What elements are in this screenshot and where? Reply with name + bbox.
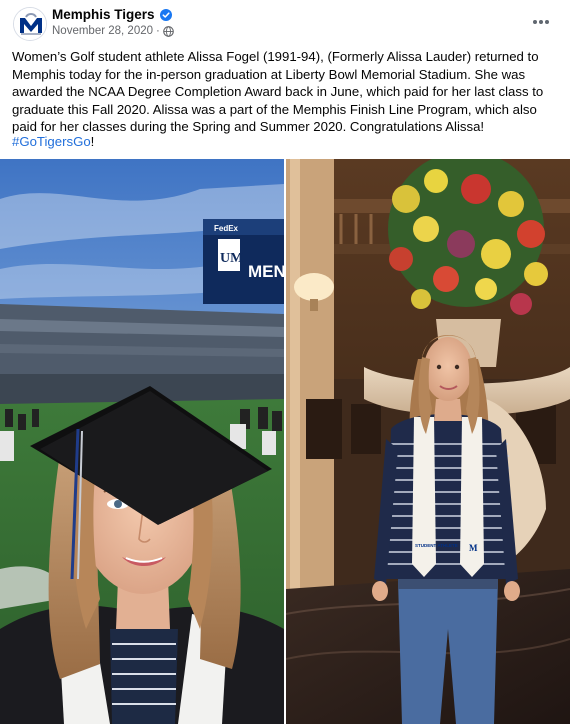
stole-text: STUDENT ATHLETE bbox=[415, 543, 458, 548]
post-meta: November 28, 2020 · bbox=[52, 25, 174, 37]
scoreboard-sponsor: FedEx bbox=[214, 224, 239, 233]
page-avatar[interactable] bbox=[13, 7, 47, 41]
graduation-selfie-image: FedEx UM MEN bbox=[0, 159, 284, 724]
scoreboard-text: MEN bbox=[248, 262, 284, 281]
verified-badge-icon bbox=[159, 8, 172, 21]
lobby-portrait-photo[interactable]: STUDENT ATHLETE M bbox=[286, 159, 570, 724]
post-header: Memphis Tigers November 28, 2020 · bbox=[0, 0, 570, 44]
globe-icon[interactable] bbox=[163, 25, 174, 37]
hashtag-text[interactable]: #GoTigersGo bbox=[12, 134, 91, 149]
meta-separator: · bbox=[156, 25, 160, 37]
lobby-portrait-image: STUDENT ATHLETE M bbox=[286, 159, 570, 724]
post-timestamp[interactable]: November 28, 2020 bbox=[52, 25, 153, 37]
scoreboard-logo: UM bbox=[220, 251, 243, 266]
author-name-text: Memphis Tigers bbox=[52, 7, 155, 22]
memphis-tigers-logo bbox=[14, 8, 46, 40]
photo-grid: FedEx UM MEN STUDENT ATHLETE M bbox=[0, 159, 570, 724]
more-options-icon bbox=[533, 20, 549, 24]
hashtag-suffix: ! bbox=[90, 134, 95, 149]
post-body-text: Women’s Golf student athlete Alissa Foge… bbox=[12, 49, 544, 135]
more-options-button[interactable] bbox=[526, 12, 556, 32]
stole-logo: M bbox=[469, 543, 478, 553]
graduation-selfie-photo[interactable]: FedEx UM MEN bbox=[0, 159, 284, 724]
author-name[interactable]: Memphis Tigers bbox=[52, 7, 172, 22]
hashtag-link[interactable]: #GoTigersGo! bbox=[12, 134, 94, 149]
